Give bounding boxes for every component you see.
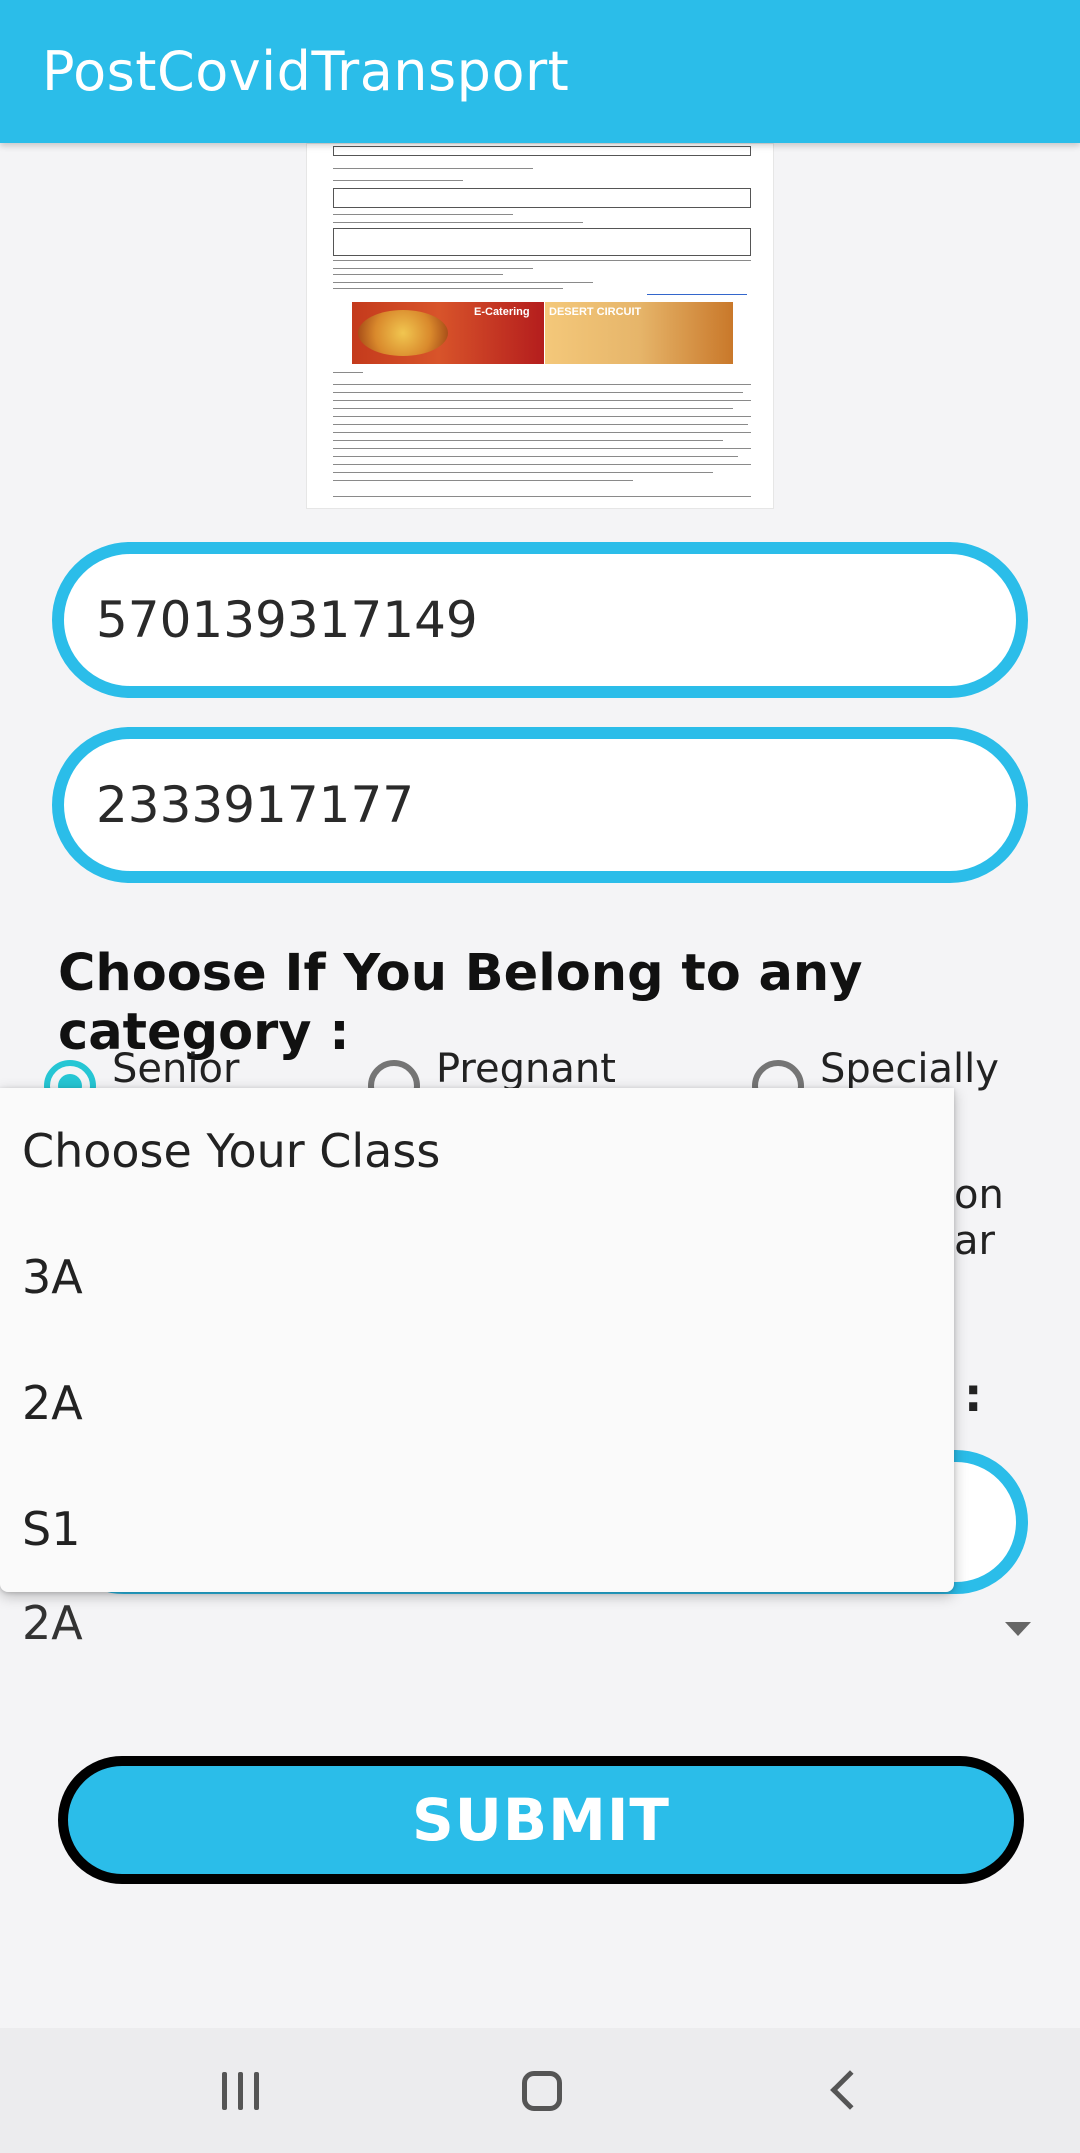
class-spinner-value: 2A <box>22 1596 83 1650</box>
system-nav-bar <box>0 2028 1080 2153</box>
dropdown-option-label: 3A <box>22 1250 83 1304</box>
home-icon[interactable] <box>462 2028 622 2153</box>
dropdown-option[interactable]: S1 <box>0 1466 954 1592</box>
hidden-text-fragment: ar <box>954 1218 995 1264</box>
submit-button[interactable]: SUBMIT <box>58 1756 1024 1884</box>
dropdown-option-label: 2A <box>22 1376 83 1430</box>
pnr-field[interactable] <box>52 542 1028 698</box>
dropdown-option[interactable]: Choose Your Class <box>0 1088 954 1214</box>
dropdown-option[interactable]: 2A <box>0 1340 954 1466</box>
class-dropdown-popup: Choose Your Class 3A 2A S1 <box>0 1088 954 1592</box>
app-title: PostCovidTransport <box>42 40 570 103</box>
recent-apps-icon[interactable] <box>160 2028 320 2153</box>
hidden-heading-colon: : <box>964 1368 983 1422</box>
hidden-text-fragment: on <box>954 1172 1004 1218</box>
radio-senior-label: Senior <box>112 1046 240 1092</box>
submit-button-label: SUBMIT <box>412 1786 670 1854</box>
dropdown-option-label: S1 <box>22 1502 81 1556</box>
back-icon[interactable] <box>766 2028 926 2153</box>
train-number-input[interactable] <box>96 739 976 871</box>
pnr-input[interactable] <box>96 554 976 686</box>
dropdown-option-label: Choose Your Class <box>22 1124 441 1178</box>
ecatering-ad-image: E-Catering <box>352 302 544 364</box>
radio-pregnant-label: Pregnant <box>436 1046 616 1092</box>
dropdown-option[interactable]: 3A <box>0 1214 954 1340</box>
radio-specially-label: Specially <box>820 1046 999 1092</box>
train-number-field[interactable] <box>52 727 1028 883</box>
dropdown-arrow-icon[interactable] <box>1005 1622 1031 1636</box>
ticket-image: E-Catering DESERT CIRCUIT <box>306 143 774 509</box>
app-bar: PostCovidTransport <box>0 0 1080 143</box>
class-spinner[interactable]: 2A <box>0 1586 1080 1676</box>
desert-circuit-ad-image: DESERT CIRCUIT <box>545 302 733 364</box>
